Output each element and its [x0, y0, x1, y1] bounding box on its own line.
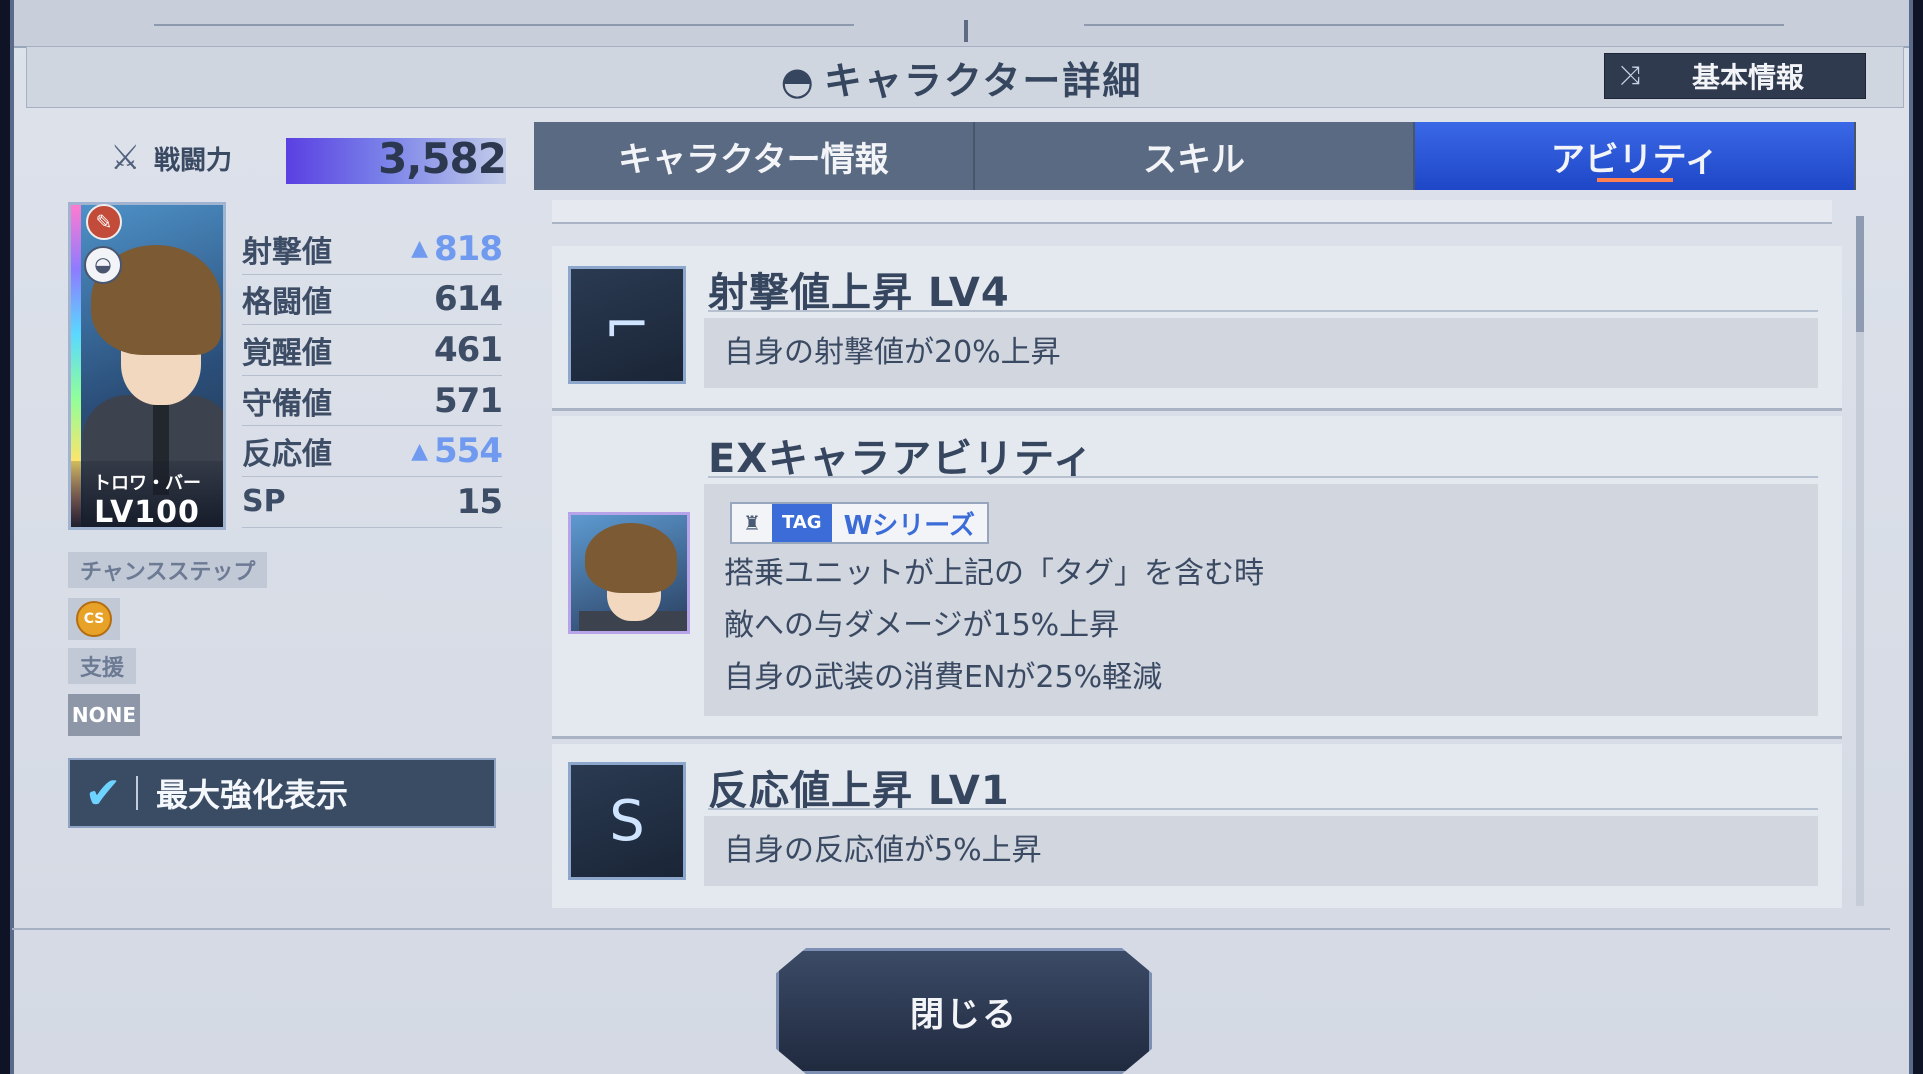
portrait-hair	[585, 523, 677, 593]
combat-power: ⚔ 戦闘力	[110, 138, 232, 178]
rifle-icon: ⌐	[568, 266, 686, 384]
mobile-suit-head-icon: ♜	[743, 511, 761, 535]
tag-value: Wシリーズ	[843, 510, 975, 541]
character-name: トロワ・バー	[93, 473, 201, 494]
stat-name: 射撃値	[242, 234, 332, 270]
active-tab-indicator	[1596, 178, 1673, 182]
ability-desc-line: 自身の反応値が5%上昇	[724, 833, 1042, 868]
stat-row-defense: 守備値 571	[242, 376, 503, 427]
stat-value: 461	[434, 329, 503, 370]
combat-power-value: 3,582	[378, 134, 507, 183]
basic-info-label: 基本情報	[1691, 61, 1804, 94]
toggle-separator	[136, 776, 138, 810]
top-line-right	[1084, 24, 1784, 26]
stat-value: 571	[434, 380, 503, 421]
ability-desc-line: 敵への与ダメージが15%上昇	[724, 608, 1120, 643]
tab-ability[interactable]: アビリティ	[1415, 122, 1857, 190]
top-decoration	[14, 0, 1909, 48]
scrollbar-thumb[interactable]	[1856, 216, 1864, 332]
stat-value: 818	[434, 228, 503, 269]
character-portrait	[568, 512, 690, 634]
cs-icon: CS	[76, 601, 112, 637]
stat-name: SP	[242, 484, 286, 520]
stat-name: 守備値	[242, 386, 332, 422]
support-value: NONE	[68, 694, 140, 736]
ability-divider	[708, 310, 1818, 312]
stats-table: 射撃値 ▲ 818 格闘値 614 覚醒値 461 守備値 571 反応値 ▲ …	[242, 224, 503, 528]
tag-badge: ♜ TAG Wシリーズ	[730, 502, 989, 544]
ability-divider	[708, 476, 1818, 478]
ability-list[interactable]: ⌐ 射撃値上昇 LV4 自身の射撃値が20%上昇 EXキャラアビリティ ♜ TA…	[534, 200, 1856, 908]
footer-divider	[12, 928, 1890, 930]
stat-value: 614	[434, 279, 503, 320]
max-enhance-toggle[interactable]: ✔ 最大強化表示	[68, 758, 496, 828]
ability-scrollbar[interactable]	[1856, 216, 1864, 906]
top-tick	[964, 20, 968, 42]
stat-up-arrow-icon: ▲	[411, 438, 429, 464]
crossed-swords-icon: ⚔	[110, 138, 141, 178]
tab-label: アビリティ	[1550, 139, 1719, 180]
stat-row-melee: 格闘値 614	[242, 275, 503, 326]
character-level: LV100	[94, 495, 200, 530]
tab-skill[interactable]: スキル	[974, 122, 1416, 190]
ability-desc-line: 搭乗ユニットが上記の「タグ」を含む時	[724, 556, 1264, 591]
ability-item-ex: EXキャラアビリティ ♜ TAG Wシリーズ 搭乗ユニットが上記の「タグ」を含む…	[552, 416, 1842, 739]
chance-step-badge[interactable]: CS	[68, 598, 120, 640]
type-badge-icon: ◒	[84, 246, 122, 284]
ability-desc-box: 自身の射撃値が20%上昇	[704, 318, 1818, 388]
ability-item: S 反応値上昇 LV1 自身の反応値が5%上昇	[552, 744, 1842, 908]
chance-step-label: チャンスステップ	[68, 552, 268, 588]
helmet-icon: ◓	[780, 59, 816, 103]
tab-character-info[interactable]: キャラクター情報	[534, 122, 975, 190]
ability-desc-box: 自身の反応値が5%上昇	[704, 816, 1818, 886]
stat-row-shooting: 射撃値 ▲ 818	[242, 224, 503, 275]
combat-power-label: 戦闘力	[154, 145, 233, 176]
top-line-left	[154, 24, 854, 26]
previous-ability-edge	[552, 200, 1832, 224]
stat-up-arrow-icon: ▲	[411, 236, 429, 262]
basic-info-button[interactable]: ⤨ 基本情報	[1604, 53, 1866, 99]
ability-divider	[708, 808, 1818, 810]
close-button[interactable]: 閉じる	[776, 948, 1152, 1074]
swoosh-icon: S	[568, 762, 686, 880]
attribute-badge-icon: ✎	[86, 204, 122, 240]
stat-row-reaction: 反応値 ▲ 554	[242, 426, 503, 477]
tab-bar: キャラクター情報 スキル アビリティ	[534, 122, 1857, 190]
ability-desc-line: 自身の武装の消費ENが25%軽減	[724, 660, 1163, 695]
ability-item: ⌐ 射撃値上昇 LV4 自身の射撃値が20%上昇	[552, 246, 1842, 411]
stat-name: 反応値	[242, 437, 332, 473]
checkmark-icon: ✔	[84, 767, 122, 819]
support-label: 支援	[68, 648, 137, 684]
stat-row-awaken: 覚醒値 461	[242, 325, 503, 376]
stat-name: 格闘値	[242, 285, 332, 321]
tag-label: TAG	[772, 504, 832, 542]
stat-row-sp: SP 15	[242, 477, 503, 528]
tab-label: スキル	[1143, 139, 1245, 180]
ability-desc-line: 自身の射撃値が20%上昇	[724, 335, 1061, 370]
character-name-strip: トロワ・バー LV100	[71, 461, 223, 527]
max-enhance-label: 最大強化表示	[156, 776, 349, 814]
tab-label: キャラクター情報	[618, 139, 889, 180]
close-button-label: 閉じる	[910, 994, 1018, 1035]
stat-name: 覚醒値	[242, 335, 332, 371]
shuffle-icon: ⤨	[1619, 60, 1641, 91]
stat-value: 554	[434, 431, 503, 472]
stat-value: 15	[456, 481, 503, 522]
